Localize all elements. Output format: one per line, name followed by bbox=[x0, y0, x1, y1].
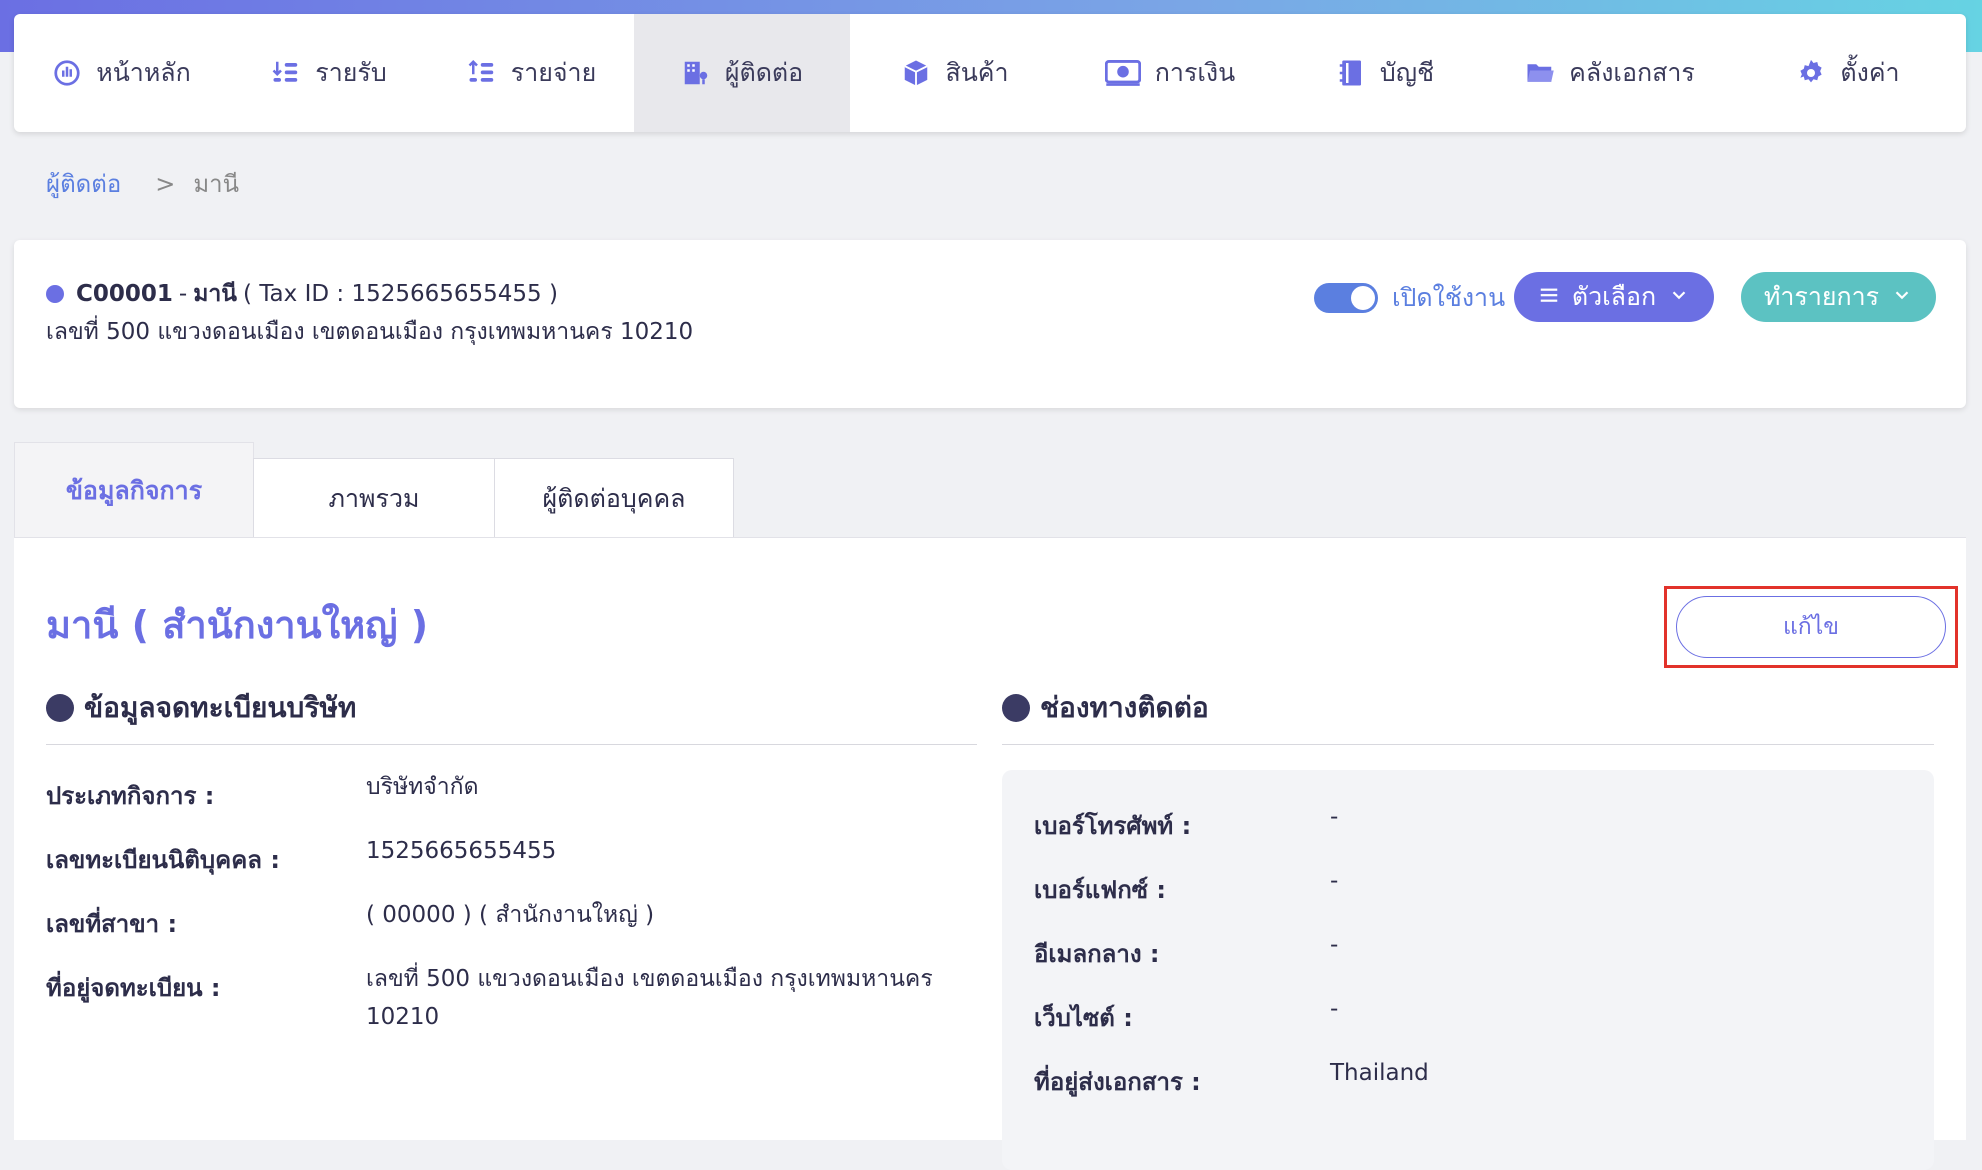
nav-item-products[interactable]: สินค้า bbox=[850, 14, 1060, 132]
contacts-icon bbox=[681, 58, 711, 88]
income-icon bbox=[271, 58, 301, 88]
registration-number-label: เลขทะเบียนนิติบุคคล : bbox=[46, 846, 280, 874]
phone-value: - bbox=[1330, 804, 1339, 830]
gear-icon bbox=[1796, 58, 1826, 88]
toggle-knob bbox=[1351, 286, 1375, 310]
section-bullet-icon bbox=[46, 694, 74, 722]
nav-item-documents[interactable]: คลังเอกสาร bbox=[1490, 14, 1730, 132]
active-toggle[interactable] bbox=[1314, 283, 1378, 313]
contact-code: C00001 bbox=[76, 281, 173, 307]
registered-address-value: เลขที่ 500 แขวงดอนเมือง เขตดอนเมือง กรุง… bbox=[366, 966, 933, 992]
email-value: - bbox=[1330, 932, 1339, 958]
folder-icon bbox=[1525, 58, 1555, 88]
breadcrumb: ผู้ติดต่อ > มานี bbox=[46, 164, 239, 203]
actions-label: ทำรายการ bbox=[1763, 282, 1880, 311]
nav-label: การเงิน bbox=[1154, 58, 1236, 87]
contact-address: เลขที่ 500 แขวงดอนเมือง เขตดอนเมือง กรุง… bbox=[46, 319, 694, 345]
tab-business-info[interactable]: ข้อมูลกิจการ bbox=[14, 442, 254, 538]
registration-heading-text: ข้อมูลจดทะเบียนบริษัท bbox=[84, 691, 357, 724]
nav-label: รายรับ bbox=[315, 58, 387, 87]
contact-heading-text: ช่องทางติดต่อ bbox=[1040, 691, 1209, 724]
box-icon bbox=[901, 58, 931, 88]
nav-label: ตั้งค่า bbox=[1840, 58, 1900, 87]
contact-name: มานี bbox=[193, 281, 238, 307]
section-bullet-icon bbox=[1002, 694, 1030, 722]
nav-label: สินค้า bbox=[945, 58, 1009, 87]
website-label: เว็บไซต์ : bbox=[1034, 1004, 1133, 1032]
nav-item-home[interactable]: หน้าหลัก bbox=[14, 14, 229, 132]
nav-item-expense[interactable]: รายจ่าย bbox=[429, 14, 634, 132]
email-label: อีเมลกลาง : bbox=[1034, 940, 1160, 968]
fax-value: - bbox=[1330, 868, 1339, 894]
nav-item-accounts[interactable]: บัญชี bbox=[1280, 14, 1490, 132]
nav-label: คลังเอกสาร bbox=[1569, 58, 1695, 87]
branch-number-value: ( 00000 ) ( สำนักงานใหญ่ ) bbox=[366, 902, 655, 928]
phone-label: เบอร์โทรศัพท์ : bbox=[1034, 812, 1192, 840]
branch-number-label: เลขที่สาขา : bbox=[46, 910, 178, 938]
mailing-address-label: ที่อยู่ส่งเอกสาร : bbox=[1034, 1068, 1201, 1096]
divider bbox=[46, 744, 977, 745]
active-toggle-label: เปิดใช้งาน bbox=[1392, 283, 1506, 312]
main-nav: หน้าหลัก รายรับ รายจ่าย ผู้ติดต่อ สินค้า… bbox=[14, 14, 1966, 132]
actions-button[interactable]: ทำรายการ bbox=[1741, 272, 1936, 322]
business-type-label: ประเภทกิจการ : bbox=[46, 782, 215, 810]
website-value: - bbox=[1330, 996, 1339, 1022]
contact-header-card: C00001 - มานี ( Tax ID : 1525665655455 )… bbox=[14, 240, 1966, 408]
registered-address-postcode: 10210 bbox=[366, 1004, 440, 1030]
nav-item-contacts[interactable]: ผู้ติดต่อ bbox=[634, 14, 850, 132]
expense-icon bbox=[467, 58, 497, 88]
contact-channels-panel: เบอร์โทรศัพท์ : - เบอร์แฟกซ์ : - อีเมลกล… bbox=[1002, 770, 1934, 1170]
money-icon bbox=[1104, 58, 1141, 88]
mailing-address-value: Thailand bbox=[1330, 1060, 1429, 1086]
book-icon bbox=[1336, 58, 1366, 88]
registered-address-label: ที่อยู่จดทะเบียน : bbox=[46, 974, 221, 1002]
registration-number-value: 1525665655455 bbox=[366, 838, 557, 864]
business-type-value: บริษัทจำกัด bbox=[366, 774, 479, 800]
dashboard-icon bbox=[52, 58, 82, 88]
breadcrumb-separator: > bbox=[155, 169, 176, 198]
chevron-down-icon bbox=[1891, 283, 1913, 312]
active-toggle-group: เปิดใช้งาน bbox=[1314, 278, 1505, 318]
business-title: มานี ( สำนักงานใหญ่ ) bbox=[46, 603, 429, 647]
tab-contact-persons[interactable]: ผู้ติดต่อบุคคล bbox=[494, 458, 734, 538]
status-dot-icon bbox=[46, 285, 64, 303]
tab-overview[interactable]: ภาพรวม bbox=[253, 458, 495, 538]
nav-label: บัญชี bbox=[1379, 58, 1435, 87]
nav-label: ผู้ติดต่อ bbox=[724, 58, 804, 87]
business-info-panel: มานี ( สำนักงานใหญ่ ) แก้ไข ข้อมูลจดทะเบ… bbox=[14, 537, 1966, 1170]
chevron-down-icon bbox=[1668, 283, 1690, 312]
nav-label: รายจ่าย bbox=[510, 58, 597, 87]
contact-dash: - bbox=[178, 281, 188, 307]
options-button[interactable]: ตัวเลือก bbox=[1514, 272, 1714, 322]
nav-item-settings[interactable]: ตั้งค่า bbox=[1730, 14, 1966, 132]
nav-item-finance[interactable]: การเงิน bbox=[1060, 14, 1280, 132]
breadcrumb-current: มานี bbox=[193, 170, 240, 198]
nav-label: หน้าหลัก bbox=[96, 58, 191, 87]
registration-section-heading: ข้อมูลจดทะเบียนบริษัท bbox=[46, 686, 356, 730]
contact-section-heading: ช่องทางติดต่อ bbox=[1002, 686, 1209, 730]
divider bbox=[1002, 744, 1934, 745]
menu-icon bbox=[1538, 283, 1560, 312]
contact-tax-id: ( Tax ID : 1525665655455 ) bbox=[243, 281, 558, 307]
fax-label: เบอร์แฟกซ์ : bbox=[1034, 876, 1166, 904]
contact-summary: C00001 - มานี ( Tax ID : 1525665655455 ) bbox=[46, 276, 558, 312]
options-label: ตัวเลือก bbox=[1571, 282, 1657, 311]
nav-item-income[interactable]: รายรับ bbox=[229, 14, 429, 132]
breadcrumb-parent-link[interactable]: ผู้ติดต่อ bbox=[46, 164, 121, 203]
edit-button[interactable]: แก้ไข bbox=[1676, 596, 1946, 658]
